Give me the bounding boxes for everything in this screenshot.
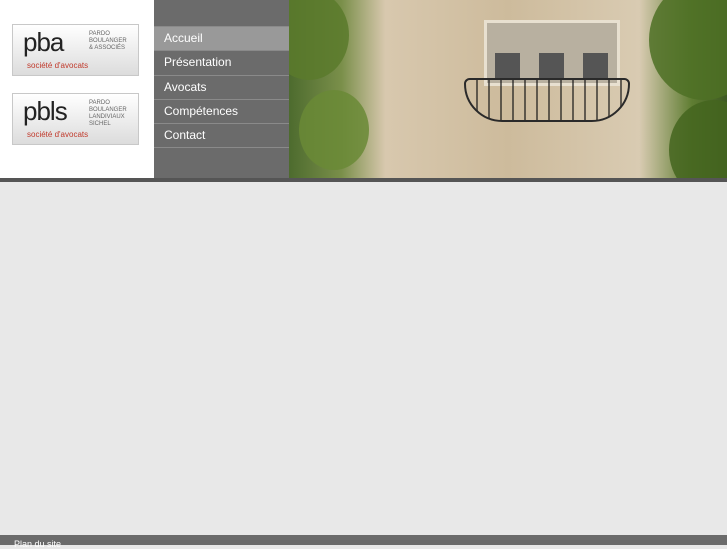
main-nav: Accueil Présentation Avocats Compétences… [154, 0, 289, 178]
foliage-shape [299, 90, 369, 170]
window-pane [583, 53, 608, 79]
building-window [484, 20, 620, 86]
logo-name-line: BOULANGER [89, 38, 127, 44]
logo-name-line: PARDO [89, 100, 110, 106]
foliage-shape [669, 100, 727, 178]
logo-subtitle: société d'avocats [27, 61, 89, 70]
logo-name-line: & ASSOCIÉS [89, 45, 126, 51]
sitemap-link[interactable]: Plan du site [14, 539, 61, 549]
foliage-shape [649, 0, 727, 100]
logo-mark: pbls [23, 96, 68, 126]
nav-item-avocats[interactable]: Avocats [154, 75, 289, 99]
logo-names: PARDO BOULANGER LANDIVIAUX SICHEL [89, 100, 127, 128]
logo-names: PARDO BOULANGER & ASSOCIÉS [89, 31, 127, 52]
logo-name-line: BOULANGER [89, 107, 127, 113]
balcony-railing [464, 78, 630, 122]
nav-divider [154, 147, 289, 148]
header: pba PARDO BOULANGER & ASSOCIÉS société d… [0, 0, 727, 178]
nav-item-competences[interactable]: Compétences [154, 99, 289, 123]
nav-item-presentation[interactable]: Présentation [154, 50, 289, 74]
logo-name-line: PARDO [89, 31, 110, 37]
header-photo [289, 0, 727, 178]
nav-item-accueil[interactable]: Accueil [154, 26, 289, 50]
logo-mark: pba [23, 27, 64, 57]
logo-pbls[interactable]: pbls PARDO BOULANGER LANDIVIAUX SICHEL s… [12, 93, 139, 145]
logo-subtitle: société d'avocats [27, 130, 89, 139]
logo-column: pba PARDO BOULANGER & ASSOCIÉS société d… [0, 0, 154, 178]
window-pane [539, 53, 564, 79]
footer: Plan du site [0, 535, 727, 549]
logo-name-line: LANDIVIAUX [89, 114, 125, 120]
nav-item-contact[interactable]: Contact [154, 123, 289, 147]
window-pane [495, 53, 520, 79]
logo-pba[interactable]: pba PARDO BOULANGER & ASSOCIÉS société d… [12, 24, 139, 76]
logo-name-line: SICHEL [89, 121, 111, 127]
main-content [0, 182, 727, 535]
foliage-shape [289, 0, 349, 80]
